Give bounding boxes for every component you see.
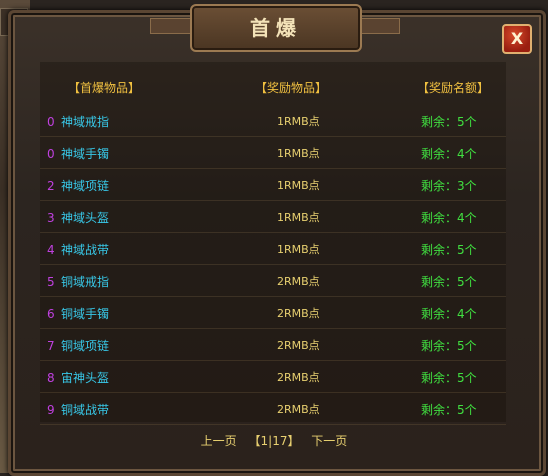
reward-value: 1RMB点 (277, 211, 320, 224)
reward-value: 2RMB点 (277, 307, 320, 320)
table-row: 6 铜域手镯 2RMB点 剩余：4个 (40, 300, 506, 329)
reward-value: 2RMB点 (277, 371, 320, 384)
reward-value: 1RMB点 (277, 147, 320, 160)
row-index: 0 (47, 147, 55, 161)
table-row: 8 宙神头盔 2RMB点 剩余：5个 (40, 364, 506, 393)
next-page-link[interactable]: 下一页 (311, 432, 347, 449)
remaining-count: 剩余：5个 (421, 275, 477, 289)
page-indicator: 【1|17】 (248, 434, 300, 448)
header-quota: 【奖励名额】 (417, 81, 490, 95)
reward-value: 1RMB点 (277, 179, 320, 192)
title-plaque: 首爆 (190, 4, 362, 52)
pagination: 上一页 【1|17】 下一页 (0, 432, 548, 452)
row-index: 8 (47, 371, 55, 385)
row-index: 6 (47, 307, 55, 321)
prev-page-link[interactable]: 上一页 (201, 432, 237, 449)
reward-value: 1RMB点 (277, 243, 320, 256)
table-row: 3 神域头盔 1RMB点 剩余：4个 (40, 204, 506, 233)
remaining-count: 剩余：4个 (421, 211, 477, 225)
row-index: 5 (47, 275, 55, 289)
remaining-count: 剩余：5个 (421, 339, 477, 353)
close-button[interactable]: X (502, 24, 532, 54)
table-header: 【首爆物品】 【奖励物品】 【奖励名额】 (40, 79, 506, 99)
row-index: 0 (47, 115, 55, 129)
reward-value: 1RMB点 (277, 115, 320, 128)
item-name[interactable]: 铜域戒指 (61, 268, 109, 296)
remaining-count: 剩余：5个 (421, 243, 477, 257)
item-name[interactable]: 神域手镯 (61, 140, 109, 168)
reward-value: 2RMB点 (277, 403, 320, 416)
row-index: 7 (47, 339, 55, 353)
reward-value: 2RMB点 (277, 275, 320, 288)
remaining-count: 剩余：5个 (421, 371, 477, 385)
table-row: 9 铜域战带 2RMB点 剩余：5个 (40, 396, 506, 425)
item-name[interactable]: 铜域战带 (61, 396, 109, 424)
remaining-count: 剩余：4个 (421, 147, 477, 161)
item-name[interactable]: 神域头盔 (61, 204, 109, 232)
row-index: 3 (47, 211, 55, 225)
row-index: 4 (47, 243, 55, 257)
table-row: 5 铜域戒指 2RMB点 剩余：5个 (40, 268, 506, 297)
item-name[interactable]: 神域战带 (61, 236, 109, 264)
item-name[interactable]: 铜域项链 (61, 332, 109, 360)
table-row: 2 神域项链 1RMB点 剩余：3个 (40, 172, 506, 201)
item-name[interactable]: 神域戒指 (61, 108, 109, 136)
remaining-count: 剩余：5个 (421, 115, 477, 129)
item-name[interactable]: 铜域手镯 (61, 300, 109, 328)
header-item: 【首爆物品】 (68, 81, 141, 95)
reward-value: 2RMB点 (277, 339, 320, 352)
remaining-count: 剩余：5个 (421, 403, 477, 417)
row-index: 2 (47, 179, 55, 193)
table-row: 0 神域手镯 1RMB点 剩余：4个 (40, 140, 506, 169)
table-row: 4 神域战带 1RMB点 剩余：5个 (40, 236, 506, 265)
remaining-count: 剩余：3个 (421, 179, 477, 193)
item-name[interactable]: 神域项链 (61, 172, 109, 200)
header-reward: 【奖励物品】 (255, 81, 328, 95)
row-index: 9 (47, 403, 55, 417)
panel-title: 首爆 (250, 16, 302, 40)
table-row: 7 铜域项链 2RMB点 剩余：5个 (40, 332, 506, 361)
table-row: 0 神域戒指 1RMB点 剩余：5个 (40, 108, 506, 137)
remaining-count: 剩余：4个 (421, 307, 477, 321)
item-name[interactable]: 宙神头盔 (61, 364, 109, 392)
